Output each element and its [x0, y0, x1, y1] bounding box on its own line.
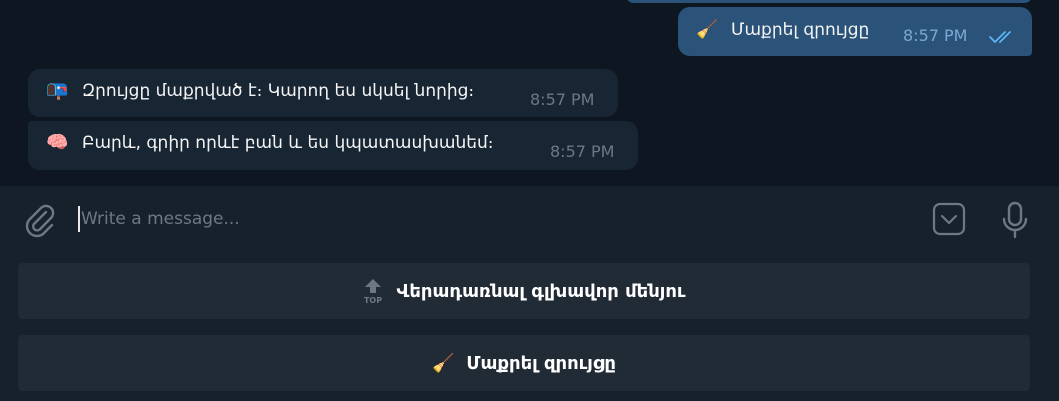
broom-emoji: 🧹 — [432, 352, 455, 374]
message-text: Բարև, գրիր որևէ բան և ես կպատասխանեմ։ — [82, 133, 494, 153]
chat-area: 🧹 Մաքրել զրույցը 8:57 PM 📭 Զրույցը մաքրվ… — [0, 0, 1059, 186]
message-composer — [0, 186, 1059, 256]
mailbox-emoji: 📭 — [46, 80, 69, 101]
message-time: 8:57 PM — [530, 90, 595, 109]
button-label: Վերադառնալ գլխավոր մենյու — [396, 280, 686, 302]
message-time: 8:57 PM — [903, 26, 968, 45]
back-to-main-menu-button[interactable]: TOP Վերադառնալ գլխավոր մենյու — [18, 263, 1030, 319]
clear-chat-button[interactable]: 🧹 Մաքրել զրույցը — [18, 335, 1030, 391]
brain-emoji: 🧠 — [46, 132, 69, 153]
message-text: Մաքրել զրույցը — [731, 20, 870, 40]
text-cursor — [78, 206, 80, 232]
incoming-message[interactable]: 📭 Զրույցը մաքրված է։ Կարող ես սկսել նորի… — [28, 69, 618, 117]
keyboard-toggle-icon[interactable] — [932, 202, 966, 236]
outgoing-message[interactable]: 🧹 Մաքրել զրույցը 8:57 PM — [678, 7, 1032, 56]
incoming-message[interactable]: 🧠 Բարև, գրիր որևէ բան և ես կպատասխանեմ։ … — [28, 121, 638, 170]
top-arrow-icon: TOP — [362, 278, 384, 304]
previous-message-bubble — [626, 0, 1032, 3]
paperclip-icon[interactable] — [22, 201, 56, 239]
button-label: Մաքրել զրույցը — [466, 352, 616, 374]
message-text: Զրույցը մաքրված է։ Կարող ես սկսել նորից։ — [82, 81, 475, 101]
broom-emoji: 🧹 — [696, 19, 719, 40]
message-time: 8:57 PM — [550, 142, 615, 161]
svg-text:TOP: TOP — [364, 296, 382, 304]
microphone-icon[interactable] — [1000, 200, 1030, 240]
message-input[interactable] — [81, 200, 901, 238]
double-check-icon — [988, 29, 1016, 49]
